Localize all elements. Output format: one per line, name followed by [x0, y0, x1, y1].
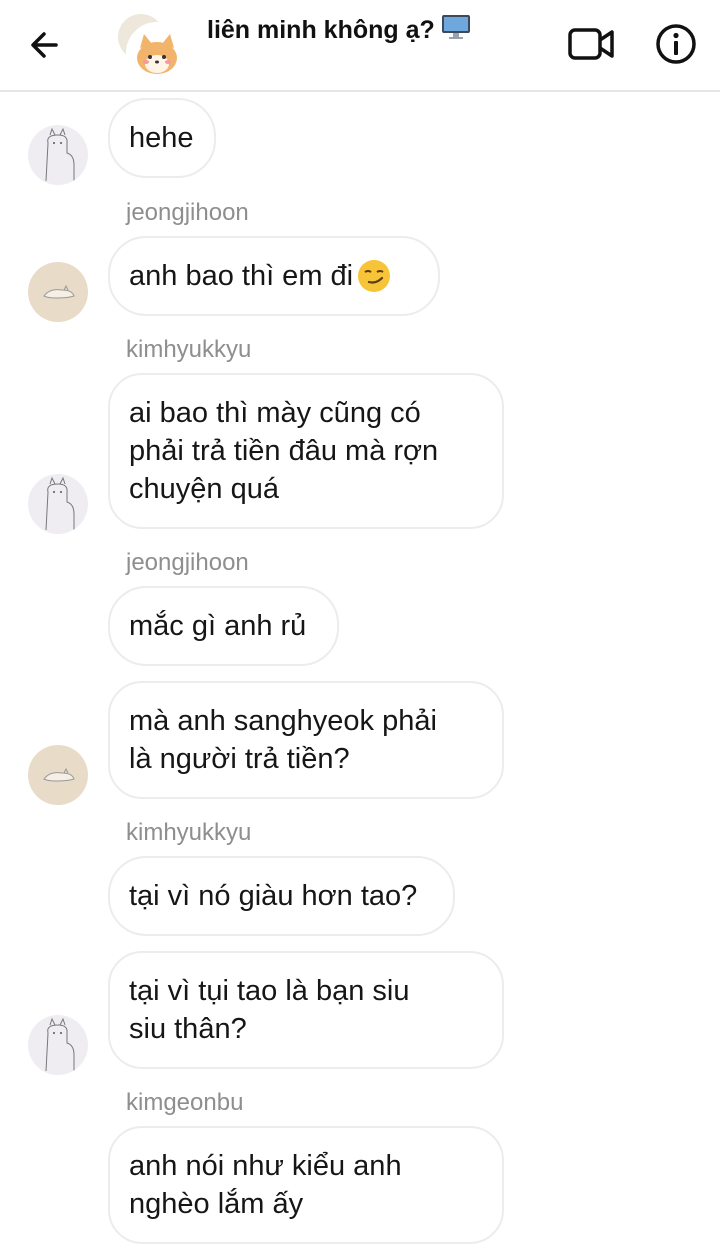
sender-name: kimhyukkyu — [126, 336, 252, 363]
sleeping-cat-icon — [43, 767, 75, 782]
message-bubble[interactable]: mắc gì anh rủ — [108, 586, 339, 666]
message-bubble[interactable]: anh nói như kiểu anh nghèo lắm ấy — [108, 1126, 504, 1244]
avatar-alpaca[interactable] — [28, 1015, 88, 1075]
message-line: nghèo lắm ấy — [129, 1188, 304, 1220]
alpaca-icon — [45, 127, 75, 182]
sender-name: kimgeonbu — [126, 1089, 244, 1116]
message-bubble[interactable]: tại vì tụi tao là bạn siu siu thân? — [108, 951, 504, 1069]
message-line: anh nói như kiểu anh — [129, 1150, 402, 1182]
shiba-dog-icon — [137, 34, 177, 74]
message-text: anh bao thì em đi — [129, 260, 354, 292]
smirk-emoji — [358, 260, 391, 292]
sender-name: jeongjihoon — [126, 199, 249, 226]
alpaca-icon — [45, 476, 75, 531]
sleeping-cat-icon — [43, 284, 75, 299]
avatar-cat[interactable] — [28, 745, 88, 805]
sender-name: kimhyukkyu — [126, 819, 252, 846]
message-line: phải trả tiền đâu mà rợn — [129, 435, 439, 467]
message-bubble[interactable]: ai bao thì mày cũng có phải trả tiền đâu… — [108, 373, 504, 529]
message-bubble[interactable]: mà anh sanghyeok phải là người trả tiền? — [108, 681, 504, 799]
message-line: ai bao thì mày cũng có — [129, 397, 421, 429]
message-bubble[interactable]: hehe — [108, 98, 216, 178]
avatar-cat[interactable] — [28, 262, 88, 322]
avatar-alpaca[interactable] — [28, 474, 88, 534]
message-line: chuyện quá — [129, 473, 279, 505]
message-line: siu thân? — [129, 1013, 247, 1045]
avatar-alpaca[interactable] — [28, 125, 88, 185]
message-bubble[interactable]: anh bao thì em đi — [108, 236, 440, 316]
group-avatar[interactable] — [112, 12, 188, 84]
message-line: mà anh sanghyeok phải — [129, 705, 437, 737]
alpaca-icon — [45, 1017, 75, 1072]
chat-title[interactable]: liên minh không ạ? — [207, 14, 471, 45]
video-call-icon[interactable] — [566, 22, 616, 66]
message-line: tại vì tụi tao là bạn siu — [129, 975, 410, 1007]
chat-header: liên minh không ạ? — [0, 0, 720, 92]
message-bubble[interactable]: tại vì nó giàu hơn tao? — [108, 856, 455, 936]
info-icon[interactable] — [654, 22, 698, 66]
back-arrow-icon[interactable] — [26, 24, 68, 66]
desktop-computer-icon — [441, 15, 470, 39]
chat-title-text: liên minh không ạ? — [207, 16, 435, 44]
message-line: là người trả tiền? — [129, 743, 350, 775]
group-avatar-front — [126, 22, 188, 84]
sender-name: jeongjihoon — [126, 549, 249, 576]
message-text: mắc gì anh rủ — [129, 610, 307, 642]
message-text: hehe — [129, 122, 194, 154]
message-text: tại vì nó giàu hơn tao? — [129, 880, 418, 912]
